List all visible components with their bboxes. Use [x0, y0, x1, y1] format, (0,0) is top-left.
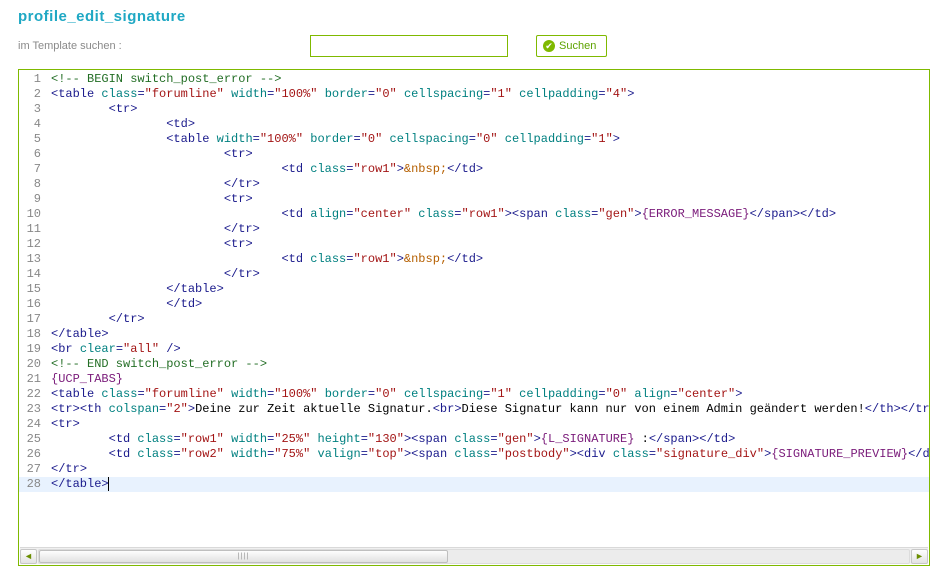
line-content[interactable]: </table> — [47, 477, 929, 492]
line-content[interactable]: <table width="100%" border="0" cellspaci… — [47, 132, 929, 147]
line-number: 23 — [19, 402, 47, 417]
code-line[interactable]: 12 <tr> — [19, 237, 929, 252]
line-number: 11 — [19, 222, 47, 237]
line-number: 25 — [19, 432, 47, 447]
code-line[interactable]: 17 </tr> — [19, 312, 929, 327]
code-line[interactable]: 27</tr> — [19, 462, 929, 477]
line-number: 27 — [19, 462, 47, 477]
line-number: 7 — [19, 162, 47, 177]
line-number: 24 — [19, 417, 47, 432]
code-line[interactable]: 14 </tr> — [19, 267, 929, 282]
code-line[interactable]: 20<!-- END switch_post_error --> — [19, 357, 929, 372]
line-number: 13 — [19, 252, 47, 267]
code-line[interactable]: 4 <td> — [19, 117, 929, 132]
line-content[interactable]: <tr><th colspan="2">Deine zur Zeit aktue… — [47, 402, 929, 417]
scroll-right-button[interactable]: ► — [911, 549, 928, 564]
line-content[interactable]: <br clear="all" /> — [47, 342, 929, 357]
code-line[interactable]: 10 <td align="center" class="row1"><span… — [19, 207, 929, 222]
search-label: im Template suchen : — [18, 40, 300, 52]
line-content[interactable]: <tr> — [47, 237, 929, 252]
line-number: 10 — [19, 207, 47, 222]
line-content[interactable]: <tr> — [47, 147, 929, 162]
code-line[interactable]: 23<tr><th colspan="2">Deine zur Zeit akt… — [19, 402, 929, 417]
line-content[interactable]: <table class="forumline" width="100%" bo… — [47, 387, 929, 402]
code-line[interactable]: 26 <td class="row2" width="75%" valign="… — [19, 447, 929, 462]
line-content[interactable]: <td class="row2" width="75%" valign="top… — [47, 447, 929, 462]
line-content[interactable]: <tr> — [47, 102, 929, 117]
line-number: 9 — [19, 192, 47, 207]
code-line[interactable]: 7 <td class="row1">&nbsp;</td> — [19, 162, 929, 177]
search-bar: im Template suchen : ✔ Suchen — [0, 29, 948, 69]
search-button-label: Suchen — [559, 40, 596, 52]
code-line[interactable]: 9 <tr> — [19, 192, 929, 207]
code-line[interactable]: 5 <table width="100%" border="0" cellspa… — [19, 132, 929, 147]
code-line[interactable]: 11 </tr> — [19, 222, 929, 237]
line-content[interactable]: <tr> — [47, 417, 929, 432]
line-number: 16 — [19, 297, 47, 312]
code-line[interactable]: 24<tr> — [19, 417, 929, 432]
code-line[interactable]: 22<table class="forumline" width="100%" … — [19, 387, 929, 402]
line-number: 2 — [19, 87, 47, 102]
text-caret — [108, 477, 109, 491]
line-content[interactable]: <td class="row1" width="25%" height="130… — [47, 432, 929, 447]
code-area[interactable]: 1<!-- BEGIN switch_post_error -->2<table… — [19, 70, 929, 547]
search-input[interactable] — [310, 35, 508, 57]
line-number: 3 — [19, 102, 47, 117]
line-number: 14 — [19, 267, 47, 282]
code-line[interactable]: 28</table> — [19, 477, 929, 492]
search-button[interactable]: ✔ Suchen — [536, 35, 607, 57]
line-content[interactable]: </td> — [47, 297, 929, 312]
line-number: 4 — [19, 117, 47, 132]
line-number: 28 — [19, 477, 47, 492]
line-number: 15 — [19, 282, 47, 297]
horizontal-scrollbar[interactable]: ◄ ► — [20, 547, 928, 564]
line-content[interactable]: </table> — [47, 327, 929, 342]
code-line[interactable]: 18</table> — [19, 327, 929, 342]
code-line[interactable]: 16 </td> — [19, 297, 929, 312]
line-content[interactable]: <!-- END switch_post_error --> — [47, 357, 929, 372]
code-line[interactable]: 15 </table> — [19, 282, 929, 297]
code-line[interactable]: 6 <tr> — [19, 147, 929, 162]
line-content[interactable]: <table class="forumline" width="100%" bo… — [47, 87, 929, 102]
line-content[interactable]: </tr> — [47, 177, 929, 192]
line-number: 1 — [19, 72, 47, 87]
code-line[interactable]: 3 <tr> — [19, 102, 929, 117]
line-content[interactable]: <td> — [47, 117, 929, 132]
line-number: 18 — [19, 327, 47, 342]
check-icon: ✔ — [543, 40, 555, 52]
line-content[interactable]: </tr> — [47, 312, 929, 327]
line-number: 26 — [19, 447, 47, 462]
line-content[interactable]: <td class="row1">&nbsp;</td> — [47, 252, 929, 267]
line-number: 22 — [19, 387, 47, 402]
code-line[interactable]: 1<!-- BEGIN switch_post_error --> — [19, 72, 929, 87]
code-line[interactable]: 21{UCP_TABS} — [19, 372, 929, 387]
line-content[interactable]: </table> — [47, 282, 929, 297]
code-line[interactable]: 8 </tr> — [19, 177, 929, 192]
scroll-left-button[interactable]: ◄ — [20, 549, 37, 564]
line-number: 12 — [19, 237, 47, 252]
code-line[interactable]: 19<br clear="all" /> — [19, 342, 929, 357]
code-line[interactable]: 13 <td class="row1">&nbsp;</td> — [19, 252, 929, 267]
line-number: 6 — [19, 147, 47, 162]
line-number: 20 — [19, 357, 47, 372]
code-line[interactable]: 25 <td class="row1" width="25%" height="… — [19, 432, 929, 447]
code-editor[interactable]: 1<!-- BEGIN switch_post_error -->2<table… — [18, 69, 930, 566]
scroll-track[interactable] — [38, 549, 910, 564]
line-number: 8 — [19, 177, 47, 192]
line-content[interactable]: <tr> — [47, 192, 929, 207]
scroll-thumb[interactable] — [39, 550, 448, 563]
line-content[interactable]: </tr> — [47, 267, 929, 282]
page-title: profile_edit_signature — [18, 8, 930, 25]
line-number: 5 — [19, 132, 47, 147]
line-content[interactable]: </tr> — [47, 462, 929, 477]
line-content[interactable]: <!-- BEGIN switch_post_error --> — [47, 72, 929, 87]
line-content[interactable]: </tr> — [47, 222, 929, 237]
line-number: 21 — [19, 372, 47, 387]
code-line[interactable]: 2<table class="forumline" width="100%" b… — [19, 87, 929, 102]
line-content[interactable]: {UCP_TABS} — [47, 372, 929, 387]
line-content[interactable]: <td align="center" class="row1"><span cl… — [47, 207, 929, 222]
line-number: 17 — [19, 312, 47, 327]
line-number: 19 — [19, 342, 47, 357]
line-content[interactable]: <td class="row1">&nbsp;</td> — [47, 162, 929, 177]
